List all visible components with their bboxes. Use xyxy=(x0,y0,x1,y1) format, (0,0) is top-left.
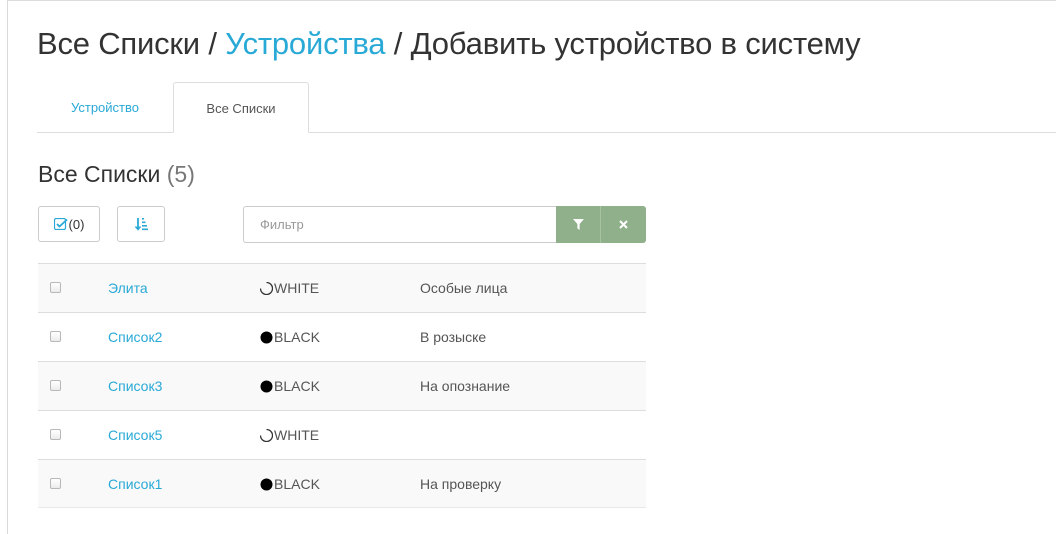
frame-border-left xyxy=(7,0,8,534)
breadcrumb: Все Списки / Устройства / Добавить устро… xyxy=(37,26,861,62)
list-type-label: BLACK xyxy=(274,476,320,492)
row-checkbox[interactable] xyxy=(50,331,61,342)
list-type: BLACK xyxy=(260,329,320,345)
tab-all-lists[interactable]: Все Списки xyxy=(173,82,309,133)
table-row: Список1 BLACK На проверку xyxy=(38,459,646,508)
lists-table: Элита WHITE Особые лица Список2 BLACK В розыс… xyxy=(38,263,646,508)
section-count: (5) xyxy=(166,161,195,187)
list-type-label: WHITE xyxy=(274,427,320,443)
breadcrumb-root: Все Списки xyxy=(37,26,200,61)
clear-filter-button[interactable] xyxy=(601,206,646,243)
list-name-link[interactable]: Список5 xyxy=(108,427,162,443)
list-name-link[interactable]: Список3 xyxy=(108,378,162,394)
list-type: WHITE xyxy=(259,280,320,296)
list-type-label: BLACK xyxy=(274,378,320,394)
row-checkbox[interactable] xyxy=(50,282,61,293)
close-icon xyxy=(619,220,628,229)
filled-circle-icon xyxy=(260,380,273,393)
row-checkbox[interactable] xyxy=(50,380,61,391)
filter-input[interactable] xyxy=(243,206,556,243)
tab-bar: Устройство Все Списки xyxy=(37,82,1056,133)
sort-button[interactable] xyxy=(117,206,165,242)
sort-icon xyxy=(134,217,148,231)
breadcrumb-separator: / xyxy=(208,26,217,61)
filled-circle-icon xyxy=(260,331,273,344)
breadcrumb-current: Добавить устройство в систему xyxy=(410,26,861,61)
list-type-label: BLACK xyxy=(274,329,320,345)
half-circle-icon xyxy=(259,428,274,442)
table-row: Список5 WHITE xyxy=(38,410,646,459)
list-name-link[interactable]: Список1 xyxy=(108,476,162,492)
list-description: На опознание xyxy=(420,378,511,394)
funnel-icon xyxy=(572,219,584,230)
selected-count: (0) xyxy=(68,216,85,232)
checkbox-checked-icon xyxy=(53,218,68,230)
half-circle-icon xyxy=(259,281,274,295)
section-title: Все Списки (5) xyxy=(38,161,195,188)
select-all-button[interactable]: (0) xyxy=(38,206,100,242)
section-title-text: Все Списки xyxy=(38,161,161,187)
row-checkbox[interactable] xyxy=(50,429,61,440)
table-row: Элита WHITE Особые лица xyxy=(38,263,646,312)
list-type-label: WHITE xyxy=(274,280,320,296)
list-name-link[interactable]: Список2 xyxy=(108,329,162,345)
breadcrumb-separator: / xyxy=(393,26,403,61)
table-row: Список2 BLACK В розыске xyxy=(38,312,646,361)
table-row: Список3 BLACK На опознание xyxy=(38,361,646,410)
tab-device[interactable]: Устройство xyxy=(37,82,173,132)
list-description: В розыске xyxy=(420,329,487,345)
filled-circle-icon xyxy=(260,478,273,491)
frame-border-top xyxy=(7,0,1056,1)
apply-filter-button[interactable] xyxy=(556,206,601,243)
list-type: WHITE xyxy=(259,427,320,443)
list-description: На проверку xyxy=(420,476,502,492)
list-name-link[interactable]: Элита xyxy=(108,280,148,296)
breadcrumb-link-devices[interactable]: Устройства xyxy=(225,26,385,61)
list-type: BLACK xyxy=(260,378,320,394)
list-type: BLACK xyxy=(260,476,320,492)
list-description: Особые лица xyxy=(420,280,508,296)
row-checkbox[interactable] xyxy=(50,478,61,489)
